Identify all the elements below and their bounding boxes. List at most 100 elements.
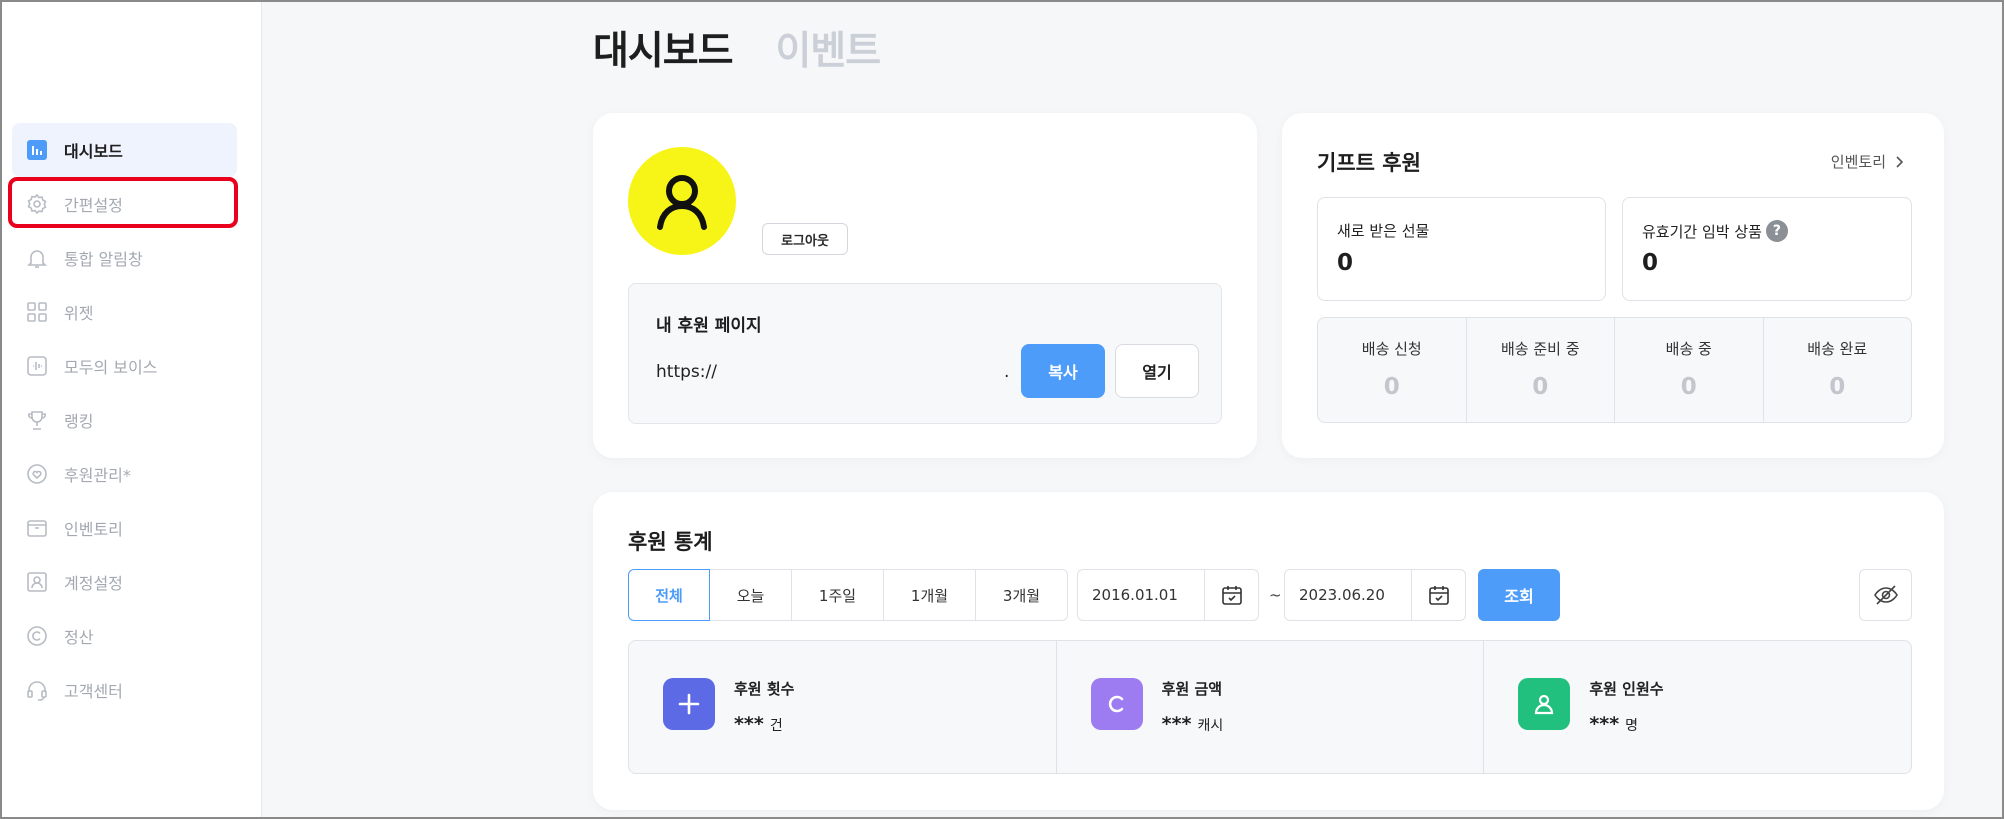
sidebar-item-account-settings[interactable]: 계정설정 [12, 555, 237, 609]
delivery-value: 0 [1383, 374, 1400, 400]
stat-value: *** 캐시 [1161, 713, 1224, 735]
sidebar-item-label: 인벤토리 [64, 520, 123, 539]
trophy-icon [26, 409, 48, 431]
delivery-requested: 배송 신청 0 [1318, 318, 1467, 422]
sidebar-item-label: 후원관리* [64, 466, 131, 485]
user-icon [657, 175, 707, 230]
calendar-icon [1428, 586, 1449, 605]
inventory-link[interactable]: 인벤토리 [1831, 151, 1904, 172]
delivery-completed: 배송 완료 0 [1764, 318, 1912, 422]
donation-page-url: https:// [656, 362, 717, 382]
stat-label: 후원 금액 [1161, 680, 1223, 698]
gift-donation-card: 기프트 후원 인벤토리 새로 받은 선물 0 유효기간 임박 상품 ? 0 배송… [1282, 113, 1944, 458]
avatar [628, 147, 736, 255]
sidebar-item-label: 고객센터 [64, 682, 123, 701]
copy-button[interactable]: 복사 [1021, 344, 1105, 398]
stat-label: 후원 인원수 [1589, 680, 1664, 698]
inventory-link-label: 인벤토리 [1830, 153, 1886, 171]
donation-page-url-suffix: . [1004, 362, 1010, 382]
end-date-value: 2023.06.20 [1299, 586, 1385, 604]
stats-title: 후원 통계 [628, 530, 713, 554]
user-card-icon [26, 571, 48, 593]
sidebar-item-dashboard[interactable]: 대시보드 [12, 123, 237, 177]
new-gift-value: 0 [1337, 250, 1354, 276]
headset-icon [26, 679, 48, 701]
open-button[interactable]: 열기 [1115, 344, 1199, 398]
stat-donation-count: 후원 횟수 *** 건 [629, 641, 1057, 773]
stat-value: *** 건 [734, 713, 783, 735]
page-tabs: 대시보드 이벤트 [593, 20, 882, 76]
voice-icon [26, 355, 48, 377]
chart-bar-icon [26, 139, 48, 161]
sidebar-item-settlement[interactable]: 정산 [12, 609, 237, 663]
start-date-calendar-button[interactable] [1204, 570, 1258, 620]
delivery-preparing: 배송 준비 중 0 [1467, 318, 1615, 422]
hide-values-button[interactable] [1859, 569, 1912, 621]
sidebar-item-inventory[interactable]: 인벤토리 [12, 501, 237, 555]
new-gift-box: 새로 받은 선물 0 [1317, 197, 1606, 301]
sidebar-item-label: 계정설정 [64, 574, 123, 593]
delivery-label: 배송 신청 [1361, 340, 1422, 358]
sidebar-item-quick-settings[interactable]: 간편설정 [12, 177, 237, 231]
sidebar-item-voice[interactable]: 모두의 보이스 [12, 339, 237, 393]
calendar-icon [1221, 586, 1242, 605]
period-all-button[interactable]: 전체 [628, 569, 710, 621]
profile-card: 로그아웃 내 후원 페이지 https:// . 복사 열기 [593, 113, 1257, 458]
delivery-shipping: 배송 중 0 [1615, 318, 1764, 422]
sidebar-item-label: 정산 [64, 628, 94, 647]
sidebar: 대시보드 간편설정 통합 알림창 위젯 모두의 보이스 랭킹 후원관리* 인벤토… [0, 0, 262, 819]
sidebar-item-label: 랭킹 [64, 412, 94, 431]
logout-button[interactable]: 로그아웃 [762, 223, 848, 255]
sidebar-item-label: 간편설정 [64, 196, 123, 215]
sidebar-item-widget[interactable]: 위젯 [12, 285, 237, 339]
eye-off-icon [1873, 585, 1898, 605]
sidebar-item-ranking[interactable]: 랭킹 [12, 393, 237, 447]
expiring-label-row: 유효기간 임박 상품 ? [1642, 220, 1788, 242]
expiring-value: 0 [1642, 250, 1659, 276]
person-icon [1518, 678, 1571, 730]
donation-stats-card: 후원 통계 전체 오늘 1주일 1개월 3개월 2016.01.01 ~ 202… [593, 492, 1944, 810]
date-separator: ~ [1269, 586, 1282, 604]
delivery-label: 배송 준비 중 [1500, 340, 1580, 358]
box-icon [26, 517, 48, 539]
donation-page-title: 내 후원 페이지 [656, 316, 762, 336]
end-date-calendar-button[interactable] [1411, 570, 1465, 620]
heart-icon [26, 463, 48, 485]
sidebar-item-label: 모두의 보이스 [64, 358, 158, 377]
new-gift-label: 새로 받은 선물 [1337, 222, 1430, 240]
start-date-field[interactable]: 2016.01.01 [1077, 569, 1259, 621]
sidebar-item-label: 통합 알림창 [64, 250, 143, 269]
delivery-label: 배송 중 [1665, 340, 1712, 358]
plus-icon [663, 678, 715, 730]
delivery-value: 0 [1829, 374, 1846, 400]
search-button[interactable]: 조회 [1478, 569, 1560, 621]
stat-value: *** 명 [1589, 713, 1639, 735]
sidebar-item-alerts[interactable]: 통합 알림창 [12, 231, 237, 285]
period-3month-button[interactable]: 3개월 [976, 569, 1068, 621]
copyright-icon [26, 625, 48, 647]
period-selector: 전체 오늘 1주일 1개월 3개월 [628, 569, 1068, 621]
period-month-button[interactable]: 1개월 [884, 569, 976, 621]
stat-label: 후원 횟수 [734, 680, 795, 698]
end-date-field[interactable]: 2023.06.20 [1284, 569, 1466, 621]
delivery-value: 0 [1680, 374, 1697, 400]
donation-page-box: 내 후원 페이지 https:// . 복사 열기 [628, 283, 1222, 424]
sidebar-nav: 대시보드 간편설정 통합 알림창 위젯 모두의 보이스 랭킹 후원관리* 인벤토… [12, 123, 237, 717]
delivery-label: 배송 완료 [1807, 340, 1868, 358]
tab-event[interactable]: 이벤트 [776, 20, 882, 76]
expiring-box: 유효기간 임박 상품 ? 0 [1622, 197, 1912, 301]
stat-donor-count: 후원 인원수 *** 명 [1484, 641, 1911, 773]
sidebar-item-label: 위젯 [64, 304, 94, 323]
sidebar-item-label: 대시보드 [64, 142, 123, 161]
sidebar-item-customer-center[interactable]: 고객센터 [12, 663, 237, 717]
period-week-button[interactable]: 1주일 [792, 569, 884, 621]
chevron-right-icon [1896, 155, 1904, 168]
tab-dashboard[interactable]: 대시보드 [593, 20, 734, 76]
grid-icon [26, 301, 48, 323]
period-today-button[interactable]: 오늘 [710, 569, 792, 621]
coin-c-icon [1090, 678, 1143, 730]
sidebar-item-donation-management[interactable]: 후원관리* [12, 447, 237, 501]
delivery-value: 0 [1532, 374, 1549, 400]
help-icon[interactable]: ? [1765, 220, 1788, 242]
gear-icon [26, 193, 48, 215]
